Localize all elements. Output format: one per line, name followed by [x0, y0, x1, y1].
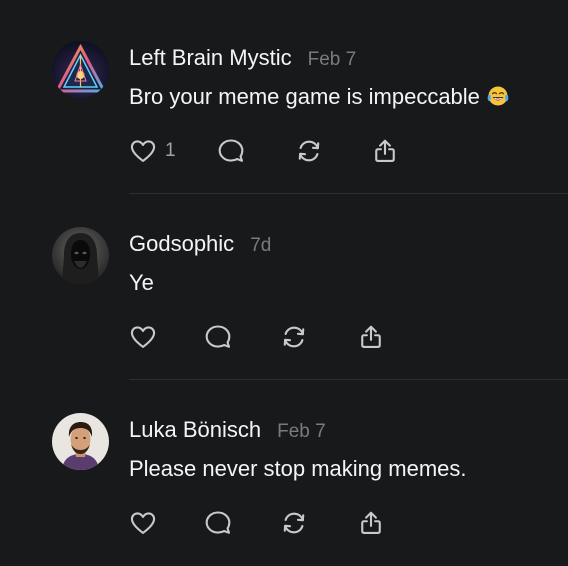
person-avatar-image [52, 413, 109, 470]
repost-icon [298, 140, 320, 162]
share-icon [375, 139, 395, 162]
like-button[interactable]: 1 [129, 136, 176, 166]
avatar[interactable] [52, 227, 109, 284]
author-name[interactable]: Left Brain Mystic [129, 45, 292, 71]
comment-item: Left Brain Mystic Feb 7 Bro your meme ga… [0, 0, 568, 194]
repost-icon [283, 326, 305, 348]
timestamp: 7d [250, 235, 272, 256]
like-button[interactable] [129, 322, 157, 352]
share-button[interactable] [357, 508, 385, 538]
pyramid-avatar-image [52, 41, 109, 98]
avatar[interactable] [52, 41, 109, 98]
comment-item: Godsophic 7d Ye [0, 194, 568, 380]
share-button[interactable] [357, 322, 385, 352]
heart-icon [130, 326, 156, 348]
hooded-figure-avatar-image [52, 227, 109, 284]
avatar[interactable] [52, 413, 109, 470]
comment-text: Bro your meme game is impeccable [129, 84, 480, 109]
speech-bubble-icon [205, 511, 231, 534]
author-name[interactable]: Luka Bönisch [129, 417, 261, 443]
share-icon [361, 325, 381, 348]
like-count: 1 [165, 140, 176, 161]
speech-bubble-icon [205, 325, 231, 348]
like-button[interactable] [129, 508, 157, 538]
comment-item: Luka Bönisch Feb 7 Please never stop mak… [0, 380, 568, 566]
repost-button[interactable] [280, 508, 308, 538]
reply-button[interactable] [204, 508, 232, 538]
author-name[interactable]: Godsophic [129, 231, 234, 257]
reply-button[interactable] [204, 322, 232, 352]
comment-text: Ye [129, 270, 154, 295]
repost-icon [283, 512, 305, 534]
face-with-tears-of-joy-icon [487, 86, 509, 106]
comment-text: Please never stop making memes. [129, 456, 467, 481]
share-button[interactable] [371, 136, 399, 166]
timestamp: Feb 7 [307, 49, 357, 70]
reply-button[interactable] [217, 136, 245, 166]
heart-icon [130, 140, 156, 162]
repost-button[interactable] [280, 322, 308, 352]
heart-icon [130, 512, 156, 534]
repost-button[interactable] [295, 136, 323, 166]
timestamp: Feb 7 [277, 421, 326, 442]
share-icon [361, 511, 381, 534]
speech-bubble-icon [218, 139, 244, 162]
